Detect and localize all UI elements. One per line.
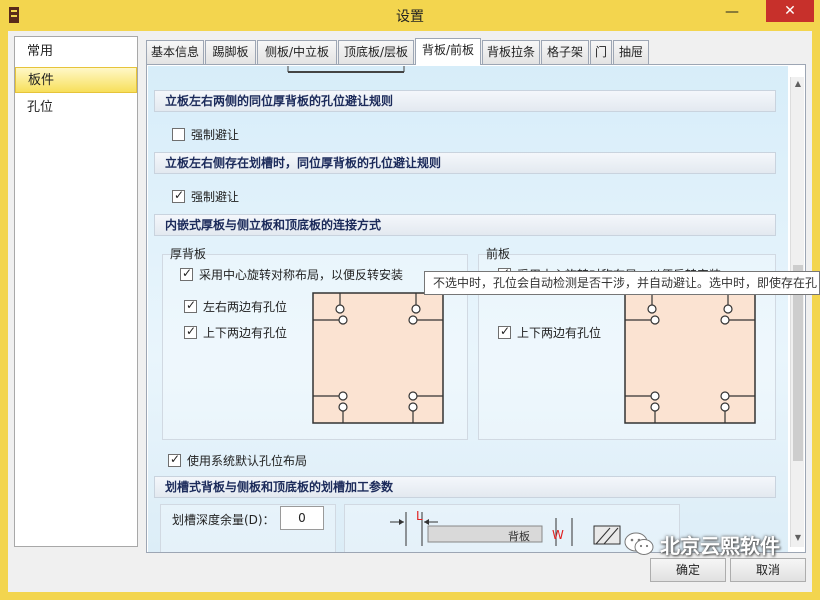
hole-layout-diagram-back (312, 292, 444, 424)
vertical-scrollbar[interactable]: ▲ ▼ (790, 77, 804, 547)
title-bar: 设置 — ✕ (0, 0, 820, 30)
tab-side-board[interactable]: 侧板/中立板 (257, 40, 337, 64)
checkbox-label: 左右两边有孔位 (203, 300, 288, 314)
watermark: 北京云熙软件 (624, 524, 780, 564)
scroll-content: 立板左右两侧的同位厚背板的孔位避让规则 强制避让 立板左右侧存在划槽时，同位厚背… (148, 66, 788, 552)
default-layout-checkbox[interactable]: 使用系统默认孔位布局 (168, 452, 307, 469)
settings-window: 设置 — ✕ 常用 板件 孔位 基本信息 踢脚板 侧板/中立板 顶底板/层板 背… (0, 0, 820, 600)
nav-item-holes[interactable]: 孔位 (15, 95, 137, 121)
checkbox-box (180, 266, 193, 281)
checkbox-label: 采用中心旋转对称布局，以便反转安装 (199, 268, 404, 282)
checkbox-box (172, 188, 185, 203)
window-title: 设置 (396, 9, 424, 25)
checkbox-label: 上下两边有孔位 (517, 326, 602, 340)
back-board-label: 背板 (508, 530, 530, 543)
checkbox-box (498, 324, 511, 339)
checkbox-box (184, 298, 197, 313)
nav-item-boards[interactable]: 板件 (15, 67, 137, 93)
watermark-text: 北京云熙软件 (660, 533, 780, 558)
left-right-holes-checkbox-back[interactable]: 左右两边有孔位 (184, 298, 287, 315)
checkbox-box (168, 452, 181, 467)
minimize-button[interactable]: — (712, 2, 752, 24)
groove-depth-label: 划槽深度余量(D)： (172, 513, 275, 527)
tab-drawer[interactable]: 抽屉 (613, 40, 649, 64)
force-avoid-checkbox-2[interactable]: 强制避让 (172, 188, 239, 205)
checkbox-box (184, 324, 197, 339)
tab-basic-info[interactable]: 基本信息 (146, 40, 204, 64)
section-connection: 内嵌式厚板与侧立板和顶底板的连接方式 (154, 214, 776, 236)
tab-top-bottom-board[interactable]: 顶底板/层板 (338, 40, 414, 64)
section-groove-avoid-rule: 立板左右侧存在划槽时，同位厚背板的孔位避让规则 (154, 152, 776, 174)
groove-marker-w: W (552, 528, 564, 542)
tab-grid-rack[interactable]: 格子架 (541, 40, 589, 64)
top-bottom-holes-checkbox-front[interactable]: 上下两边有孔位 (498, 324, 601, 341)
close-button[interactable]: ✕ (766, 0, 814, 22)
tab-back-front-board[interactable]: 背板/前板 (415, 38, 481, 65)
tab-back-strip[interactable]: 背板拉条 (482, 40, 540, 64)
checkbox-box (172, 128, 185, 141)
nav-item-common[interactable]: 常用 (15, 39, 137, 65)
checkbox-label: 上下两边有孔位 (203, 326, 288, 340)
tooltip: 不选中时，孔位会自动检测是否干涉，并自动避让。选中时，即使存在孔 (424, 271, 820, 295)
section-groove-params: 划槽式背板与侧板和顶底板的划槽加工参数 (154, 476, 776, 498)
wechat-icon (624, 532, 654, 555)
group-title-front: 前板 (486, 247, 511, 261)
checkbox-label: 强制避让 (191, 128, 240, 142)
scroll-up-icon[interactable]: ▲ (793, 79, 803, 89)
board-edge-graphic (287, 66, 405, 73)
category-list: 常用 板件 孔位 (14, 36, 138, 547)
hole-layout-diagram-front (624, 292, 756, 424)
top-bottom-holes-checkbox-back[interactable]: 上下两边有孔位 (184, 324, 287, 341)
groove-marker-l: L (416, 509, 423, 523)
rotate-symmetric-checkbox-back[interactable]: 采用中心旋转对称布局，以便反转安装 (180, 266, 403, 283)
section-avoid-rule: 立板左右两侧的同位厚背板的孔位避让规则 (154, 90, 776, 112)
force-avoid-checkbox-1[interactable]: 强制避让 (172, 126, 239, 143)
group-title-thick-back: 厚背板 (170, 247, 207, 261)
tab-kickboard[interactable]: 踢脚板 (205, 40, 256, 64)
tab-door[interactable]: 门 (590, 40, 612, 64)
checkbox-label: 强制避让 (191, 190, 240, 204)
groove-depth-input[interactable]: 0 (280, 506, 324, 530)
tab-panel: 立板左右两侧的同位厚背板的孔位避让规则 强制避让 立板左右侧存在划槽时，同位厚背… (146, 64, 806, 553)
dialog-body: 常用 板件 孔位 基本信息 踢脚板 侧板/中立板 顶底板/层板 背板/前板 背板… (8, 31, 812, 592)
scroll-down-icon[interactable]: ▼ (793, 533, 803, 543)
checkbox-label: 使用系统默认孔位布局 (187, 454, 308, 468)
